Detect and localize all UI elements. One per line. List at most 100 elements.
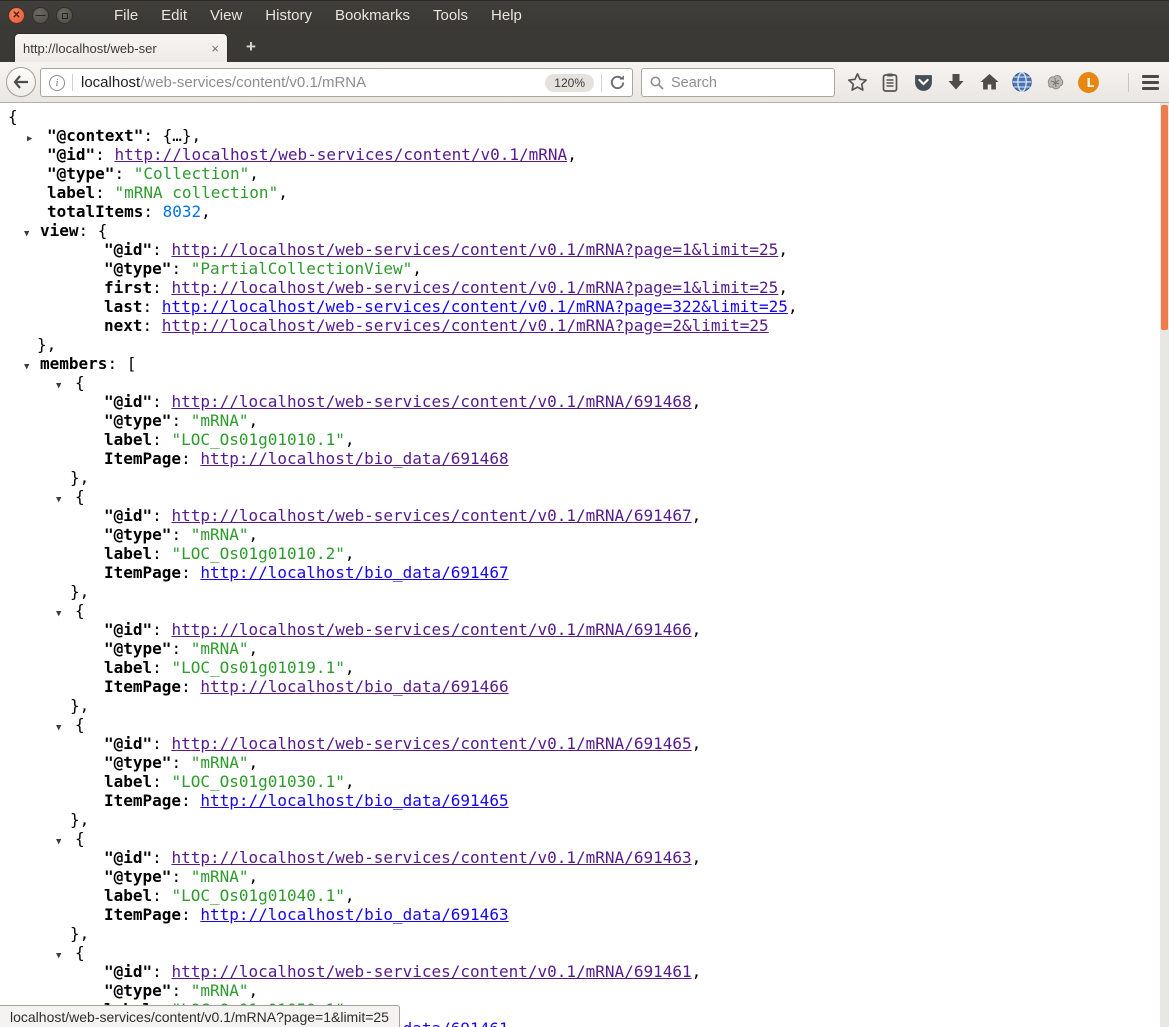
extension-2-icon[interactable]: L	[1076, 70, 1100, 94]
reload-button[interactable]	[609, 74, 626, 91]
scrollbar-thumb[interactable]	[1161, 105, 1168, 330]
json-key: "@id"	[104, 392, 152, 411]
json-line: ItemPage: http://localhost/bio_data/6914…	[0, 563, 1169, 582]
json-url-link[interactable]: http://localhost/web-services/content/v0…	[171, 392, 691, 411]
menu-hamburger-button[interactable]	[1136, 70, 1164, 94]
json-url-link[interactable]: http://localhost/bio_data/691466	[200, 677, 508, 696]
json-line: label: "LOC_Os01g01010.1",	[0, 430, 1169, 449]
json-url-link[interactable]: http://localhost/web-services/content/v0…	[171, 506, 691, 525]
extension-1-icon[interactable]	[1043, 70, 1067, 94]
json-punctuation: :	[171, 259, 190, 278]
json-string-value: "mRNA"	[191, 525, 249, 544]
json-punctuation: ,	[778, 240, 788, 259]
search-input[interactable]	[671, 75, 826, 91]
json-punctuation: ,	[278, 183, 288, 202]
titlebar: ✕ — File Edit View History Bookmarks Tools Hel…	[0, 0, 1169, 30]
json-url-link[interactable]: http://localhost/bio_data/691463	[200, 905, 508, 924]
json-punctuation: },	[70, 810, 89, 829]
json-punctuation: ,	[249, 164, 259, 183]
json-punctuation: {	[75, 373, 85, 392]
menu-view[interactable]: View	[210, 7, 242, 24]
json-line: "@type": "Collection",	[0, 164, 1169, 183]
json-line: label: "LOC_Os01g01030.1",	[0, 772, 1169, 791]
json-line: ▼{	[0, 373, 1169, 392]
page-info-icon[interactable]: i	[49, 75, 65, 91]
json-punctuation: : {…},	[143, 126, 201, 145]
menu-help[interactable]: Help	[491, 7, 522, 24]
globe-icon[interactable]	[1010, 70, 1034, 94]
home-icon[interactable]	[977, 70, 1001, 94]
new-tab-button[interactable]: +	[238, 35, 264, 59]
tab-close-icon[interactable]: ×	[211, 41, 219, 56]
json-punctuation: ,	[345, 772, 355, 791]
json-line: "@type": "mRNA",	[0, 867, 1169, 886]
json-number-value: 8032	[163, 202, 202, 221]
json-url-link[interactable]: http://localhost/web-services/content/v0…	[114, 145, 567, 164]
tab-bar: http://localhost/web-ser × +	[0, 30, 1169, 62]
json-punctuation: ,	[412, 259, 422, 278]
back-button[interactable]	[6, 67, 36, 97]
menu-history[interactable]: History	[265, 7, 312, 24]
window-maximize-button[interactable]	[56, 7, 73, 24]
window-minimize-button[interactable]: —	[32, 7, 49, 24]
json-punctuation: ,	[249, 639, 259, 658]
url-host: localhost	[81, 74, 140, 91]
json-url-link[interactable]: http://localhost/bio_data/691468	[200, 449, 508, 468]
json-url-link[interactable]: http://localhost/web-services/content/v0…	[162, 297, 788, 316]
json-url-link[interactable]: http://localhost/web-services/content/v0…	[171, 734, 691, 753]
json-url-link[interactable]: http://localhost/bio_data/691467	[200, 563, 508, 582]
window-close-button[interactable]: ✕	[8, 7, 25, 24]
json-line: },	[0, 696, 1169, 715]
search-icon	[650, 76, 664, 90]
json-punctuation: :	[171, 639, 190, 658]
json-line: "@type": "PartialCollectionView",	[0, 259, 1169, 278]
zoom-level-badge[interactable]: 120%	[545, 74, 594, 92]
json-punctuation: ,	[345, 430, 355, 449]
json-key: "@type"	[47, 164, 114, 183]
json-url-link[interactable]: http://localhost/web-services/content/v0…	[171, 848, 691, 867]
search-box[interactable]	[641, 68, 835, 97]
clipboard-list-icon[interactable]	[878, 70, 902, 94]
json-punctuation: ,	[201, 202, 211, 221]
json-line: first: http://localhost/web-services/con…	[0, 278, 1169, 297]
menu-tools[interactable]: Tools	[433, 7, 468, 24]
download-icon[interactable]	[944, 70, 968, 94]
pocket-icon[interactable]	[911, 70, 935, 94]
json-key: ItemPage	[104, 677, 181, 696]
url-path: /web-services/content/v0.1/mRNA	[140, 74, 366, 91]
json-url-link[interactable]: http://localhost/web-services/content/v0…	[171, 962, 691, 981]
json-string-value: "mRNA"	[191, 753, 249, 772]
json-key: "@id"	[104, 620, 152, 639]
json-line: ▼view: {	[0, 221, 1169, 240]
json-string-value: "Collection"	[134, 164, 250, 183]
json-punctuation: :	[171, 867, 190, 886]
json-url-link[interactable]: http://localhost/web-services/content/v0…	[171, 620, 691, 639]
menu-edit[interactable]: Edit	[161, 7, 187, 24]
url-text[interactable]: localhost/web-services/content/v0.1/mRNA	[81, 74, 545, 91]
menu-bookmarks[interactable]: Bookmarks	[335, 7, 410, 24]
json-key: "@id"	[104, 734, 152, 753]
url-bar[interactable]: i localhost/web-services/content/v0.1/mR…	[40, 68, 633, 97]
json-punctuation: ,	[249, 411, 259, 430]
json-key: label	[104, 544, 152, 563]
json-punctuation: },	[37, 335, 56, 354]
json-punctuation: :	[143, 316, 162, 335]
json-line: },	[0, 924, 1169, 943]
menu-file[interactable]: File	[114, 7, 138, 24]
json-punctuation: :	[181, 905, 200, 924]
json-punctuation: ,	[788, 297, 798, 316]
browser-tab[interactable]: http://localhost/web-ser ×	[14, 33, 228, 62]
bookmark-star-icon[interactable]	[845, 70, 869, 94]
json-punctuation: :	[152, 658, 171, 677]
json-punctuation: ,	[692, 506, 702, 525]
json-line: label: "LOC_Os01g01010.2",	[0, 544, 1169, 563]
json-url-link[interactable]: http://localhost/bio_data/691465	[200, 791, 508, 810]
json-url-link[interactable]: http://localhost/web-services/content/v0…	[162, 316, 769, 335]
scrollbar-track[interactable]	[1160, 103, 1169, 1027]
json-line: ▼{	[0, 943, 1169, 962]
json-key: ItemPage	[104, 563, 181, 582]
json-line: {	[0, 107, 1169, 126]
browser-window: ✕ — File Edit View History Bookmarks Tools Hel…	[0, 0, 1169, 1027]
json-url-link[interactable]: http://localhost/web-services/content/v0…	[171, 278, 778, 297]
json-url-link[interactable]: http://localhost/web-services/content/v0…	[171, 240, 778, 259]
